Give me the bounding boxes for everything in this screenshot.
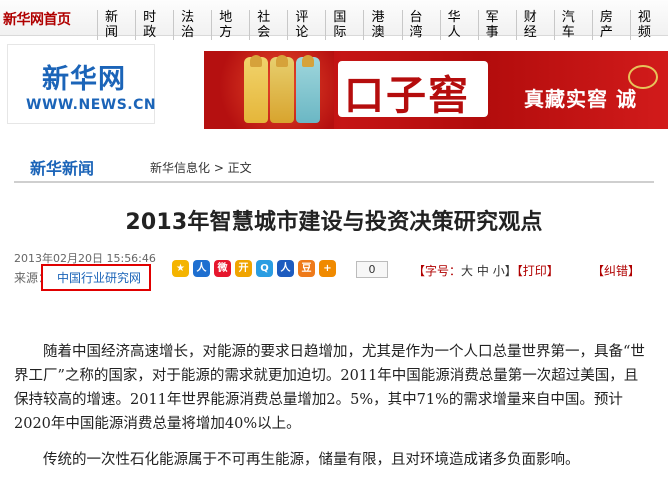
nav-item[interactable]: 地方 bbox=[211, 10, 249, 40]
section-bar: 新华新闻 新华信息化 > 正文 bbox=[14, 149, 654, 183]
douban-icon[interactable]: 豆 bbox=[298, 260, 315, 277]
site-logo[interactable]: 新华网 WWW.NEWS.CN bbox=[7, 44, 157, 124]
font-medium-link[interactable]: 中 bbox=[477, 264, 489, 278]
brand-name: 口子窖 bbox=[344, 72, 470, 119]
bottle-image bbox=[244, 55, 268, 123]
ornament-icon bbox=[628, 65, 658, 89]
breadcrumb[interactable]: 新华信息化 > 正文 bbox=[150, 159, 252, 176]
print-link[interactable]: 【打印】 bbox=[517, 264, 559, 278]
home-link[interactable]: 新华网首页 bbox=[3, 9, 71, 29]
font-size-label: 【字号： bbox=[413, 264, 462, 278]
top-nav: 新华网首页 新闻 时政 法治 地方 社会 评论 国际 港澳 台湾 华人 军事 财… bbox=[0, 0, 668, 40]
source-link[interactable]: 中国行业研究网 bbox=[57, 269, 141, 286]
article-body: 随着中国经济高速增长，对能源的要求日趋增加，尤其是作为一个人口总量世界第一，具备… bbox=[14, 340, 650, 472]
share-count: 0 bbox=[356, 261, 388, 278]
section-title[interactable]: 新华新闻 bbox=[30, 155, 94, 179]
share-bar: ★ 人 微 开 Q 人 豆 + bbox=[172, 260, 340, 277]
bottle-image bbox=[270, 55, 294, 123]
kaixin-icon[interactable]: 开 bbox=[235, 260, 252, 277]
more-icon[interactable]: + bbox=[319, 260, 336, 277]
paragraph: 传统的一次性石化能源属于不可再生能源，储量有限，且对环境造成诸多负面影响。 bbox=[43, 452, 580, 468]
logo-en-text: WWW.NEWS.CN bbox=[26, 97, 157, 113]
banner-slogan: 真藏实窖 诚 bbox=[524, 87, 637, 111]
nav-item[interactable]: 房产 bbox=[591, 10, 630, 40]
font-size-tools: 【字号：大 中 小】【打印】 bbox=[413, 262, 559, 279]
nav-item[interactable]: 台湾 bbox=[401, 10, 440, 40]
renren-icon[interactable]: 人 bbox=[193, 260, 210, 277]
nav-item[interactable]: 港澳 bbox=[363, 10, 401, 40]
correct-link[interactable]: 【纠错】 bbox=[592, 262, 640, 279]
renmin-icon[interactable]: 人 bbox=[277, 260, 294, 277]
site-header: 新华网 WWW.NEWS.CN 口子窖 真藏实窖 诚 bbox=[0, 37, 668, 147]
qzone-icon[interactable]: ★ bbox=[172, 260, 189, 277]
nav-item[interactable]: 评论 bbox=[287, 10, 325, 40]
nav-item[interactable]: 时政 bbox=[135, 10, 173, 40]
weibo-icon[interactable]: 微 bbox=[214, 260, 231, 277]
nav-item[interactable]: 财经 bbox=[515, 10, 554, 40]
paragraph: 随着中国经济高速增长，对能源的要求日趋增加，尤其是作为一个人口总量世界第一，具备… bbox=[14, 344, 645, 432]
ad-banner[interactable]: 口子窖 真藏实窖 诚 bbox=[204, 51, 668, 129]
article-title: 2013年智慧城市建设与投资决策研究观点 bbox=[125, 210, 543, 235]
channel-list: 新闻 时政 法治 地方 社会 评论 国际 港澳 台湾 华人 军事 财经 汽车 房… bbox=[97, 10, 668, 40]
tencent-weibo-icon[interactable]: Q bbox=[256, 260, 273, 277]
nav-item[interactable]: 法治 bbox=[173, 10, 211, 40]
nav-item[interactable]: 新闻 bbox=[97, 10, 135, 40]
bottle-image bbox=[296, 55, 320, 123]
logo-cn-text: 新华网 bbox=[42, 64, 126, 95]
nav-item[interactable]: 视频 bbox=[629, 10, 668, 40]
nav-item[interactable]: 华人 bbox=[439, 10, 478, 40]
nav-item[interactable]: 国际 bbox=[325, 10, 363, 40]
font-small-link[interactable]: 小】 bbox=[493, 264, 517, 278]
nav-item[interactable]: 军事 bbox=[477, 10, 516, 40]
font-large-link[interactable]: 大 bbox=[461, 264, 473, 278]
nav-item[interactable]: 汽车 bbox=[553, 10, 592, 40]
nav-item[interactable]: 社会 bbox=[249, 10, 287, 40]
